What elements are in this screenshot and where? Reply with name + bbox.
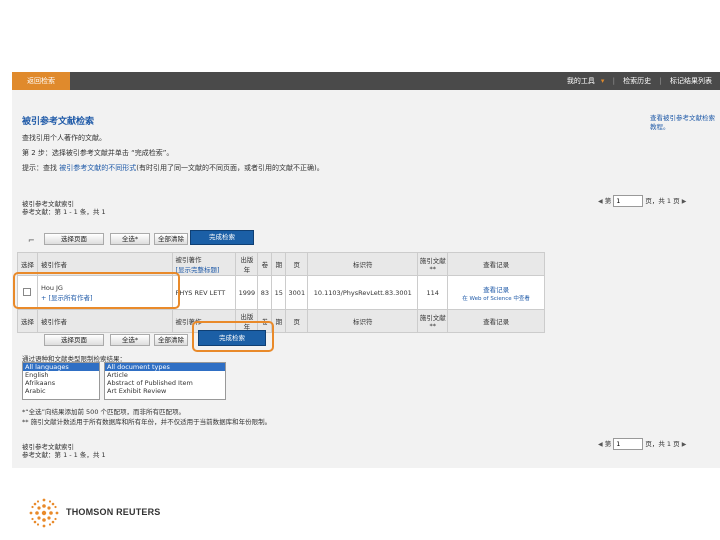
col-citing[interactable]: 施引文献 ** xyxy=(417,309,449,333)
volume-cell: 83 xyxy=(257,275,273,310)
tip-suffix: (有时引用了同一文献的不同页面，或者引用的文献不正确)。 xyxy=(136,164,324,172)
language-option[interactable]: English xyxy=(23,371,99,379)
work-cell: PHYS REV LETT xyxy=(171,275,237,310)
col-select: 选择 xyxy=(17,309,38,333)
highlight-finish-box xyxy=(192,321,274,352)
col-year[interactable]: 出版年 xyxy=(235,252,259,276)
doctype-option[interactable]: Article xyxy=(105,371,225,379)
result-count: 被引参考文献索引 参考文献：第 1 - 1 条，共 1 xyxy=(22,200,106,216)
language-option[interactable]: Arabic xyxy=(23,387,99,395)
instruction-line-1: 查找引用个人著作的文献。 xyxy=(22,134,106,142)
col-identifier: 标识符 xyxy=(307,252,419,276)
table-footer-row: 选择 被引作者 被引著作 出版年 卷 期 页 标识符 施引文献 ** 查看记录 xyxy=(17,309,545,333)
view-record-link[interactable]: 查看记录 xyxy=(449,284,543,294)
top-navigation-bar: 返回检索 我的工具 ▾ | 检索历史 | 标记结果列表 xyxy=(12,72,720,90)
tutorial-link[interactable]: 查看被引参考文献检索教程。 xyxy=(650,114,716,132)
pager-bottom: ◀ 第 页，共 1 页 ▶ xyxy=(598,437,686,451)
document-type-select[interactable]: All document types Article Abstract of P… xyxy=(104,362,226,400)
page-number-input[interactable] xyxy=(613,195,644,207)
doctype-option[interactable]: All document types xyxy=(105,363,225,371)
highlight-author-box xyxy=(13,272,180,309)
col-page[interactable]: 页 xyxy=(285,252,309,276)
variant-forms-link[interactable]: 被引参考文献的不同形式 xyxy=(59,164,136,172)
year-cell: 1999 xyxy=(235,275,259,310)
first-page-icon[interactable]: ◀ xyxy=(598,198,603,205)
select-page-button-bottom[interactable]: 选择页面 xyxy=(44,334,104,346)
brand-name: THOMSON REUTERS xyxy=(66,507,161,517)
show-full-title-link[interactable]: [显示完整标题] xyxy=(176,264,235,274)
my-tools-link[interactable]: 我的工具 xyxy=(567,77,595,85)
result-count-bottom: 被引参考文献索引 参考文献：第 1 - 1 条，共 1 xyxy=(22,443,106,459)
language-select[interactable]: All languages English Afrikaans Arabic xyxy=(22,362,100,400)
divider: | xyxy=(612,77,615,85)
thomson-reuters-logo-icon xyxy=(29,498,59,528)
page-title: 被引参考文献检索 xyxy=(22,117,95,127)
count-range: 参考文献：第 1 - 1 条，共 1 xyxy=(22,208,106,216)
col-cited-work: 被引著作 [显示完整标题] xyxy=(171,252,237,276)
pager-prefix: 第 xyxy=(604,440,612,448)
view-record-cell: 查看记录 在 Web of Science 中查看 xyxy=(447,275,545,310)
language-option[interactable]: Afrikaans xyxy=(23,379,99,387)
clear-all-button[interactable]: 全部清除 xyxy=(154,233,188,245)
view-in-wos-link[interactable]: 在 Web of Science 中查看 xyxy=(449,294,543,302)
language-option[interactable]: All languages xyxy=(23,363,99,371)
page-cell: 3001 xyxy=(285,275,309,310)
pager-top: ◀ 第 页，共 1 页 ▶ xyxy=(598,194,686,208)
col-identifier: 标识符 xyxy=(307,309,419,333)
marked-list-link[interactable]: 标记结果列表 xyxy=(670,77,712,85)
pager-total: 页，共 1 页 xyxy=(645,440,680,448)
note-select-all: *“全选”向结果添加前 500 个匹配项，而非所有匹配项。 xyxy=(22,408,186,416)
search-history-link[interactable]: 检索历史 xyxy=(623,77,651,85)
select-all-button[interactable]: 全选* xyxy=(110,233,150,245)
chevron-down-icon[interactable]: ▾ xyxy=(601,77,605,85)
doi-cell: 10.1103/PhysRevLett.83.3001 xyxy=(307,275,419,310)
finish-search-button-top[interactable]: 完成检索 xyxy=(190,230,254,245)
page-number-input-bottom[interactable] xyxy=(613,438,644,450)
tip-prefix: 提示：查找 xyxy=(22,164,57,172)
next-page-icon[interactable]: ▶ xyxy=(682,441,687,448)
pager-total: 页，共 1 页 xyxy=(645,197,680,205)
divider: | xyxy=(659,77,662,85)
top-links: 我的工具 ▾ | 检索历史 | 标记结果列表 xyxy=(561,72,712,90)
select-all-button-bottom[interactable]: 全选* xyxy=(110,334,150,346)
citing-count-cell[interactable]: 114 xyxy=(417,275,449,310)
back-to-search-button[interactable]: 返回检索 xyxy=(12,72,70,90)
doctype-option[interactable]: Art Exhibit Review xyxy=(105,387,225,395)
count-title: 被引参考文献索引 xyxy=(22,200,74,208)
col-view-record: 查看记录 xyxy=(447,252,545,276)
col-citing[interactable]: 施引文献 ** xyxy=(417,252,449,276)
issue-cell: 15 xyxy=(271,275,287,310)
col-view-record: 查看记录 xyxy=(447,309,545,333)
doctype-option[interactable]: Abstract of Published Item xyxy=(105,379,225,387)
first-page-icon[interactable]: ◀ xyxy=(598,441,603,448)
next-page-icon[interactable]: ▶ xyxy=(682,198,687,205)
instruction-line-3: 提示：查找 被引参考文献的不同形式(有时引用了同一文献的不同页面，或者引用的文献… xyxy=(22,163,324,173)
count-title: 被引参考文献索引 xyxy=(22,443,74,451)
select-all-arrow-icon: ⌐ xyxy=(28,236,35,245)
col-page[interactable]: 页 xyxy=(285,309,309,333)
note-citing-count: ** 施引文献计数适用于所有数据库和所有年份，并不仅适用于当前数据库和年份限制。 xyxy=(22,418,272,426)
col-cited-author[interactable]: 被引作者 xyxy=(36,309,173,333)
cited-work-label[interactable]: 被引著作 xyxy=(176,254,235,264)
col-volume[interactable]: 卷 xyxy=(257,252,273,276)
select-page-button[interactable]: 选择页面 xyxy=(44,233,104,245)
count-range: 参考文献：第 1 - 1 条，共 1 xyxy=(22,451,106,459)
instruction-line-2: 第 2 步：选择被引参考文献并单击 “完成检索”。 xyxy=(22,149,174,157)
col-issue[interactable]: 期 xyxy=(271,252,287,276)
clear-all-button-bottom[interactable]: 全部清除 xyxy=(154,334,188,346)
pager-prefix: 第 xyxy=(604,197,612,205)
